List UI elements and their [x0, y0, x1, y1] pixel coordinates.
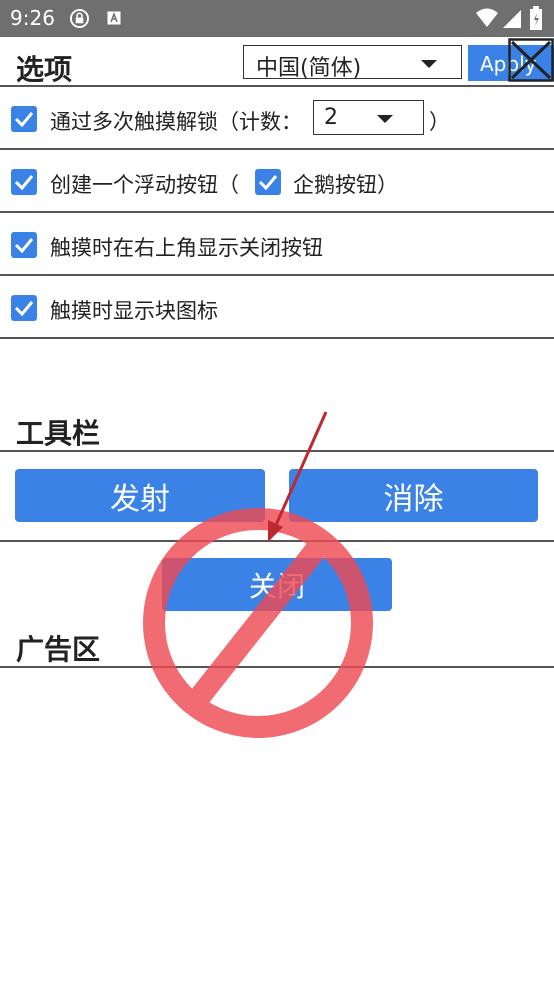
divider — [0, 274, 554, 276]
divider — [0, 666, 554, 668]
option-row-unlock: 通过多次触摸解锁（计数： — [0, 88, 554, 148]
status-bar: 9:26 — [0, 0, 554, 37]
chevron-down-icon — [377, 115, 393, 123]
divider — [0, 148, 554, 150]
page-title: 选项 — [16, 53, 73, 86]
option-label: 触摸时在右上角显示关闭按钮 — [50, 236, 323, 260]
fire-button[interactable]: 发射 — [15, 469, 265, 522]
check-icon — [14, 238, 34, 254]
a-icon — [107, 11, 121, 25]
divider — [0, 337, 554, 339]
divider — [0, 211, 554, 213]
close-button-checkbox[interactable] — [11, 232, 37, 258]
signal-icon — [503, 10, 521, 28]
wifi-icon — [476, 8, 498, 27]
penguin-button-checkbox[interactable] — [255, 169, 281, 195]
ad-section-title: 广告区 — [16, 633, 101, 666]
option-row-close-button: 触摸时在右上角显示关闭按钮 — [0, 214, 554, 274]
status-time: 9:26 — [10, 6, 55, 30]
clear-button[interactable]: 消除 — [289, 469, 538, 522]
option-row-floating-button: 创建一个浮动按钮（ 企鹅按钮） — [0, 151, 554, 211]
option-sub-label: 企鹅按钮） — [293, 173, 398, 197]
option-label: 创建一个浮动按钮（ — [50, 173, 239, 197]
check-icon — [258, 175, 278, 191]
lock-icon — [70, 9, 89, 28]
option-label: 通过多次触摸解锁（计数： — [50, 110, 302, 134]
check-icon — [14, 175, 34, 191]
chevron-down-icon — [421, 60, 437, 68]
close-icon[interactable] — [508, 38, 554, 82]
prohibit-icon — [143, 508, 373, 738]
toolbar-title: 工具栏 — [16, 417, 101, 450]
divider — [0, 540, 554, 542]
check-icon — [14, 112, 34, 128]
check-icon — [14, 301, 34, 317]
option-suffix: ） — [429, 110, 450, 134]
option-row-block-icon: 触摸时显示块图标 — [0, 277, 554, 337]
unlock-checkbox[interactable] — [11, 106, 37, 132]
option-label: 触摸时显示块图标 — [50, 299, 218, 323]
divider — [0, 85, 554, 87]
block-icon-checkbox[interactable] — [11, 295, 37, 321]
close-button[interactable]: 关闭 — [162, 558, 392, 611]
floating-button-checkbox[interactable] — [11, 169, 37, 195]
battery-icon — [530, 6, 542, 30]
language-select[interactable]: 中国(简体) — [243, 45, 462, 81]
count-select[interactable]: 2 — [313, 100, 424, 135]
count-select-value: 2 — [324, 105, 338, 130]
divider — [0, 450, 554, 452]
language-select-value: 中国(简体) — [256, 56, 362, 81]
